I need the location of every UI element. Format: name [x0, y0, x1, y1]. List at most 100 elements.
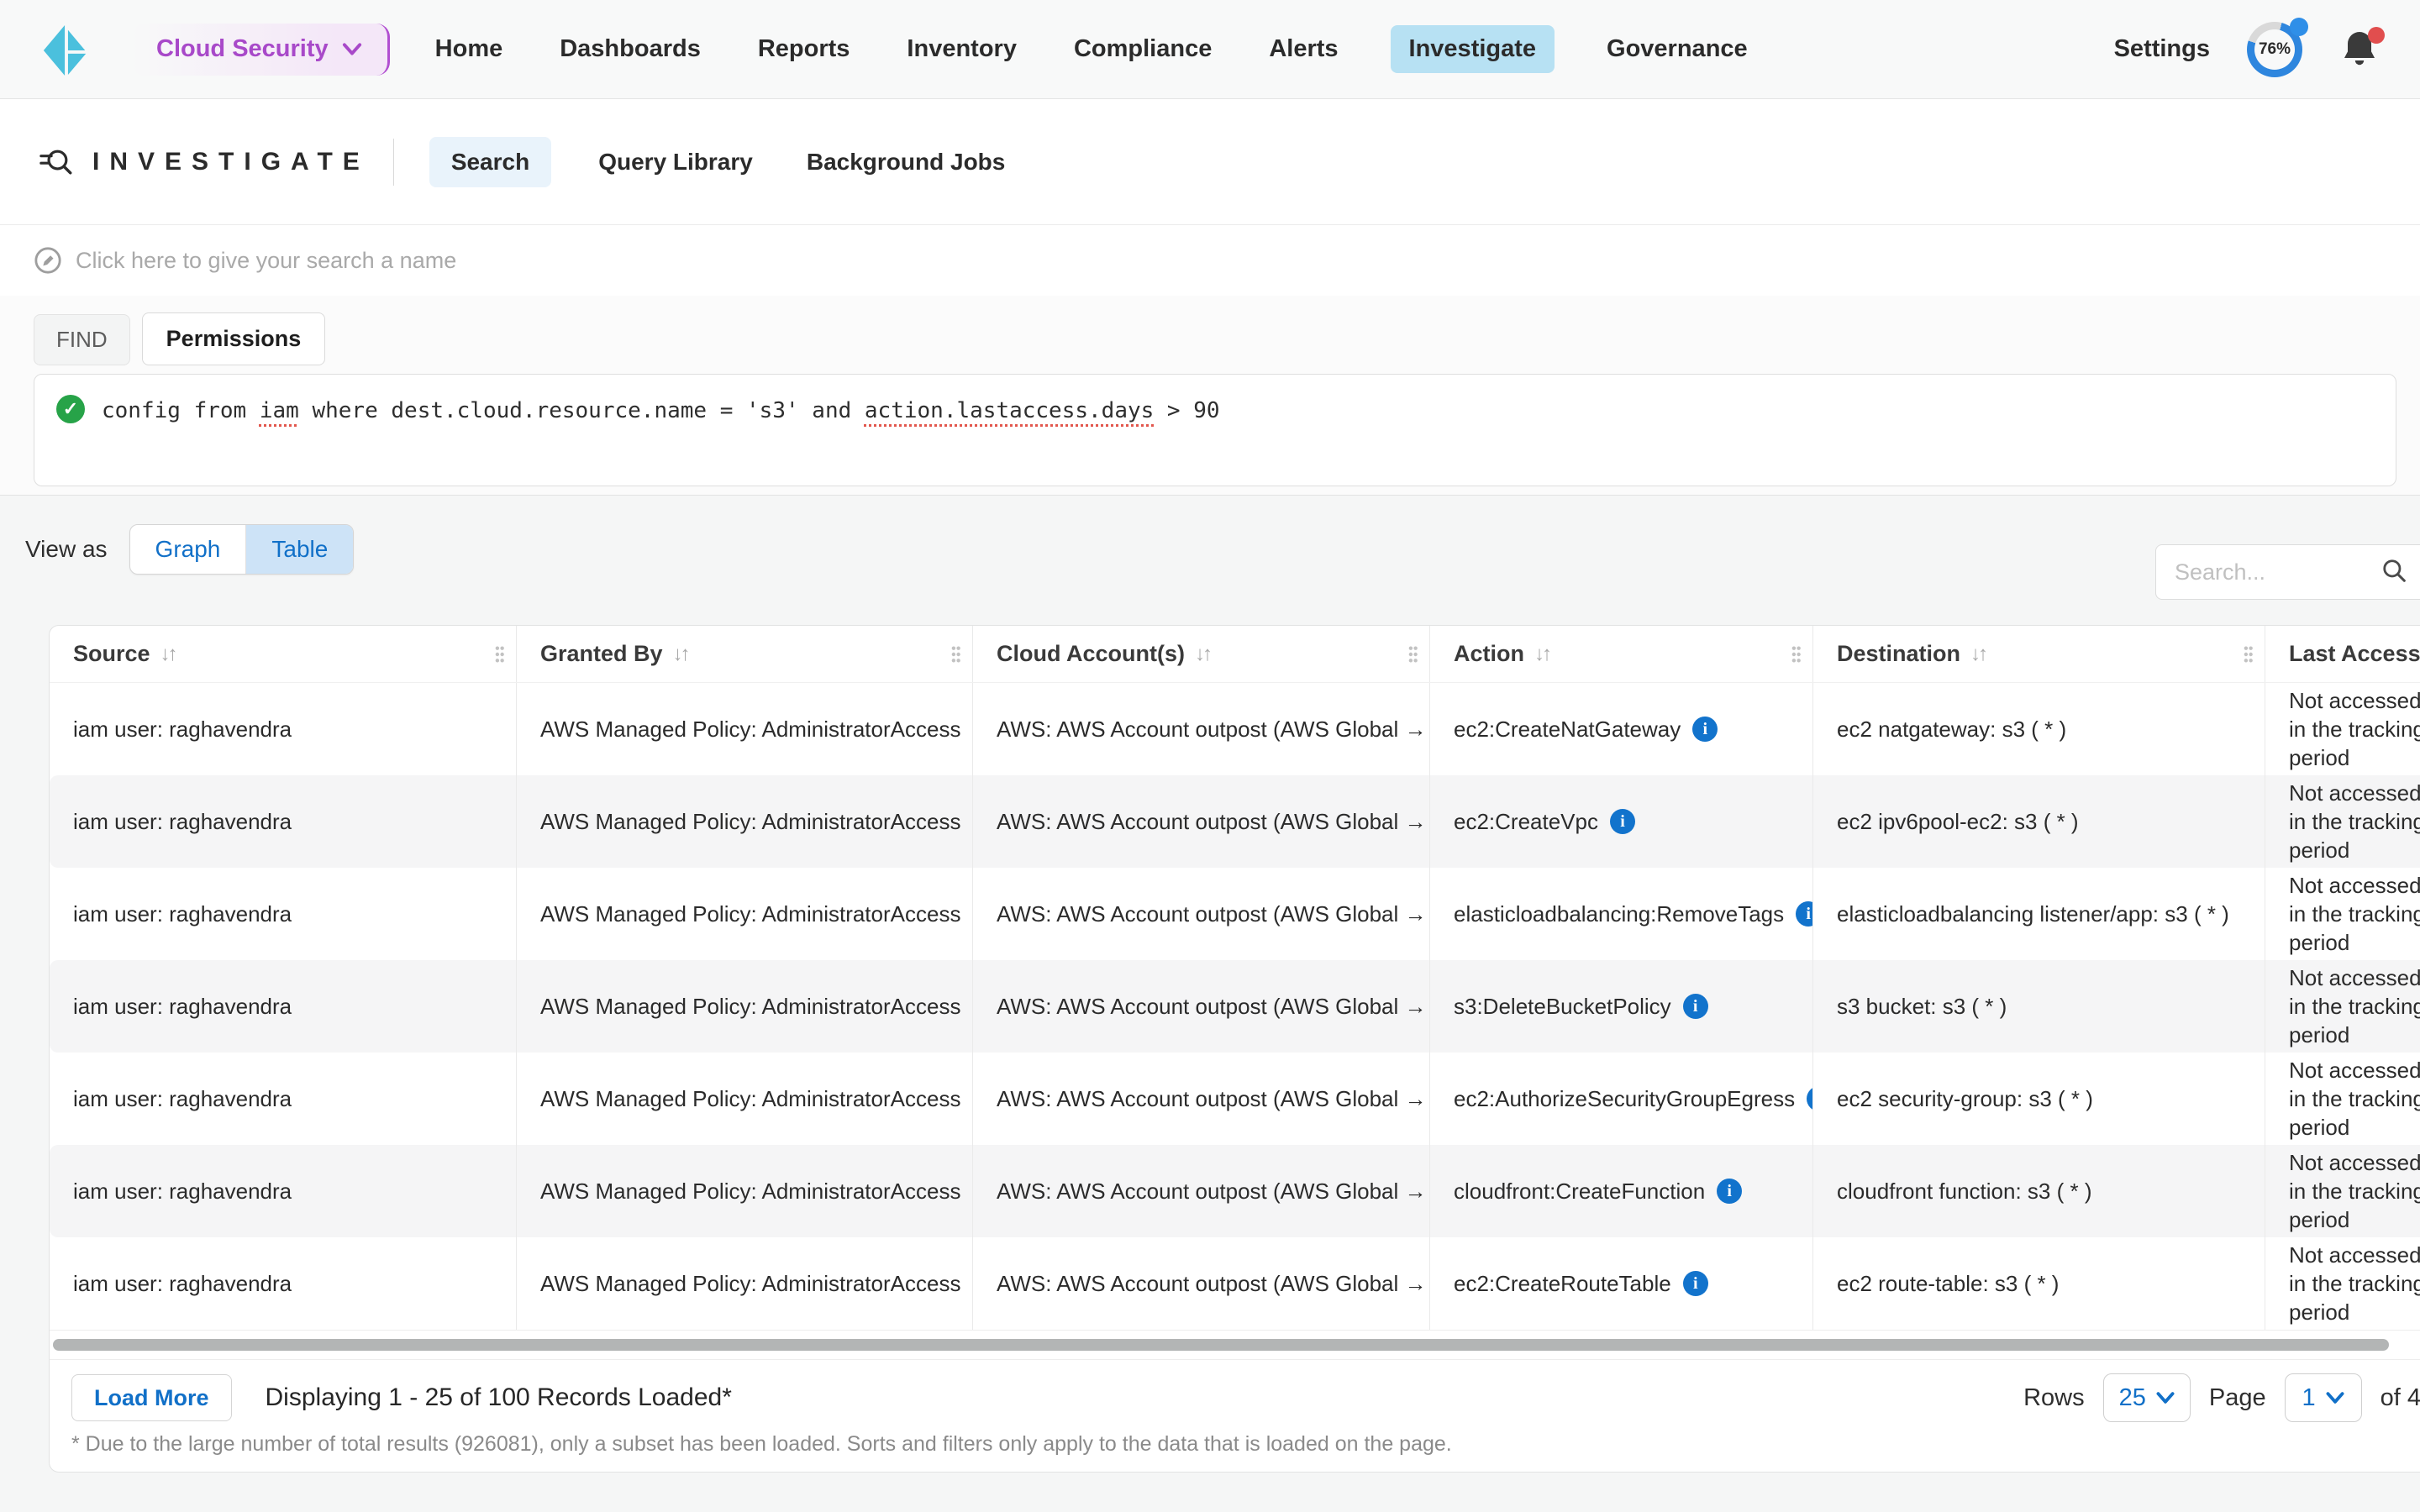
- info-icon[interactable]: i: [1807, 1086, 1813, 1111]
- page-select[interactable]: 1: [2285, 1373, 2362, 1422]
- view-toggle: View as Graph Table: [25, 524, 354, 575]
- graph-table-toggle: Graph Table: [129, 524, 355, 575]
- sort-icon[interactable]: ↓↑: [673, 643, 688, 666]
- table-row[interactable]: iam user: raghavendra AWS Managed Policy…: [50, 683, 2420, 775]
- sort-icon[interactable]: ↓↑: [1970, 643, 1986, 666]
- info-icon[interactable]: i: [1796, 901, 1813, 927]
- cell-last-access: Not accessed in the tracking period: [2265, 1237, 2420, 1330]
- search-name-placeholder: Click here to give your search a name: [76, 248, 456, 274]
- info-icon[interactable]: i: [1683, 1271, 1708, 1296]
- cell-source: iam user: raghavendra: [50, 775, 517, 868]
- horizontal-scrollbar[interactable]: [53, 1339, 2389, 1351]
- table-row[interactable]: iam user: raghavendra AWS Managed Policy…: [50, 868, 2420, 960]
- search-icon[interactable]: [2381, 558, 2407, 587]
- cell-action: s3:DeleteBucketPolicyi: [1430, 960, 1813, 1053]
- cell-granted-by: AWS Managed Policy: AdministratorAccess: [517, 1145, 973, 1237]
- sort-icon[interactable]: ↓↑: [1195, 643, 1210, 666]
- cell-destination: cloudfront function: s3 ( * ): [1813, 1145, 2265, 1237]
- notifications-button[interactable]: [2339, 29, 2383, 71]
- column-header-destination[interactable]: Destination ↓↑: [1813, 626, 2265, 682]
- view-as-label: View as: [25, 536, 108, 563]
- cell-action: ec2:AuthorizeSecurityGroupEgressi: [1430, 1053, 1813, 1145]
- table-row[interactable]: iam user: raghavendra AWS Managed Policy…: [50, 1145, 2420, 1237]
- results-table: Source ↓↑ Granted By ↓↑ Cloud Account(s)…: [49, 625, 2420, 1473]
- query-text[interactable]: config from iam where dest.cloud.resourc…: [102, 395, 1220, 427]
- horizontal-scroll-area: [50, 1330, 2420, 1360]
- rows-label: Rows: [2023, 1384, 2085, 1412]
- cell-cloud-accounts: AWS: AWS Account outpost (AWS Global → A…: [973, 775, 1430, 868]
- page-total: 4: [2407, 1384, 2420, 1411]
- table-search-input[interactable]: [2175, 559, 2370, 585]
- rows-per-page-select[interactable]: 25: [2103, 1373, 2191, 1422]
- tab-find[interactable]: FIND: [34, 314, 130, 365]
- investigate-header: INVESTIGATE Search Query Library Backgro…: [0, 99, 2420, 225]
- toggle-table[interactable]: Table: [245, 525, 353, 574]
- nav-item-alerts[interactable]: Alerts: [1264, 25, 1343, 73]
- cell-granted-by: AWS Managed Policy: AdministratorAccess: [517, 683, 973, 775]
- column-header-source[interactable]: Source ↓↑: [50, 626, 517, 682]
- nav-item-home[interactable]: Home: [430, 25, 508, 73]
- table-body: iam user: raghavendra AWS Managed Policy…: [50, 683, 2420, 1330]
- nav-item-dashboards[interactable]: Dashboards: [555, 25, 706, 73]
- cell-cloud-accounts: AWS: AWS Account outpost (AWS Global → A…: [973, 960, 1430, 1053]
- drag-handle-icon[interactable]: [950, 644, 962, 664]
- cell-last-access: Not accessed in the tracking period: [2265, 775, 2420, 868]
- search-name-field[interactable]: Click here to give your search a name: [0, 225, 2420, 296]
- product-switcher-label: Cloud Security: [156, 35, 329, 63]
- cell-granted-by: AWS Managed Policy: AdministratorAccess: [517, 868, 973, 960]
- sort-icon[interactable]: ↓↑: [160, 643, 176, 666]
- cell-granted-by: AWS Managed Policy: AdministratorAccess: [517, 960, 973, 1053]
- cell-granted-by: AWS Managed Policy: AdministratorAccess: [517, 1053, 973, 1145]
- tab-search[interactable]: Search: [429, 137, 551, 187]
- investigate-icon: [37, 144, 74, 181]
- notification-badge: [2368, 27, 2385, 44]
- cell-source: iam user: raghavendra: [50, 960, 517, 1053]
- table-header: Source ↓↑ Granted By ↓↑ Cloud Account(s)…: [50, 626, 2420, 683]
- records-summary: Displaying 1 - 25 of 100 Records Loaded*: [266, 1383, 732, 1412]
- drag-handle-icon[interactable]: [1407, 644, 1419, 664]
- sort-icon[interactable]: ↓↑: [1534, 643, 1549, 666]
- table-row[interactable]: iam user: raghavendra AWS Managed Policy…: [50, 1053, 2420, 1145]
- cell-destination: ec2 natgateway: s3 ( * ): [1813, 683, 2265, 775]
- table-row[interactable]: iam user: raghavendra AWS Managed Policy…: [50, 960, 2420, 1053]
- drag-handle-icon[interactable]: [1790, 644, 1802, 664]
- info-icon[interactable]: i: [1683, 994, 1708, 1019]
- column-header-granted-by[interactable]: Granted By ↓↑: [517, 626, 973, 682]
- info-icon[interactable]: i: [1610, 809, 1635, 834]
- tab-permissions[interactable]: Permissions: [142, 312, 326, 365]
- check-icon: ✓: [56, 395, 85, 423]
- nav-item-governance[interactable]: Governance: [1602, 25, 1753, 73]
- cell-action: ec2:CreateVpci: [1430, 775, 1813, 868]
- info-icon[interactable]: i: [1717, 1179, 1742, 1204]
- column-header-cloud-accounts[interactable]: Cloud Account(s) ↓↑: [973, 626, 1430, 682]
- cell-cloud-accounts: AWS: AWS Account outpost (AWS Global → A…: [973, 868, 1430, 960]
- tab-query-library[interactable]: Query Library: [592, 137, 760, 187]
- query-editor[interactable]: ✓ config from iam where dest.cloud.resou…: [34, 374, 2396, 486]
- cell-source: iam user: raghavendra: [50, 1237, 517, 1330]
- cell-last-access: Not accessed in the tracking period: [2265, 960, 2420, 1053]
- toggle-graph[interactable]: Graph: [130, 525, 246, 574]
- settings-button[interactable]: Settings: [2114, 35, 2210, 63]
- column-header-last-access[interactable]: Last Access ↓↑: [2265, 626, 2420, 682]
- drag-handle-icon[interactable]: [493, 644, 506, 664]
- nav-item-investigate[interactable]: Investigate: [1391, 25, 1555, 73]
- load-more-button[interactable]: Load More: [71, 1374, 232, 1421]
- nav-item-inventory[interactable]: Inventory: [902, 25, 1022, 73]
- usage-ring[interactable]: 76%: [2247, 22, 2302, 77]
- cell-destination: s3 bucket: s3 ( * ): [1813, 960, 2265, 1053]
- cell-granted-by: AWS Managed Policy: AdministratorAccess: [517, 1237, 973, 1330]
- cell-last-access: Not accessed in the tracking period: [2265, 1053, 2420, 1145]
- table-row[interactable]: iam user: raghavendra AWS Managed Policy…: [50, 775, 2420, 868]
- info-icon[interactable]: i: [1692, 717, 1718, 742]
- chevron-down-icon: [2326, 1392, 2344, 1404]
- tab-background-jobs[interactable]: Background Jobs: [800, 137, 1012, 187]
- nav-item-compliance[interactable]: Compliance: [1069, 25, 1217, 73]
- logo-icon: [40, 24, 92, 76]
- column-header-action[interactable]: Action ↓↑: [1430, 626, 1813, 682]
- table-row[interactable]: iam user: raghavendra AWS Managed Policy…: [50, 1237, 2420, 1330]
- nav-item-reports[interactable]: Reports: [753, 25, 855, 73]
- cell-action: ec2:CreateRouteTablei: [1430, 1237, 1813, 1330]
- investigate-tabs: Search Query Library Background Jobs: [429, 137, 1013, 187]
- product-switcher[interactable]: Cloud Security: [131, 24, 390, 76]
- drag-handle-icon[interactable]: [2242, 644, 2254, 664]
